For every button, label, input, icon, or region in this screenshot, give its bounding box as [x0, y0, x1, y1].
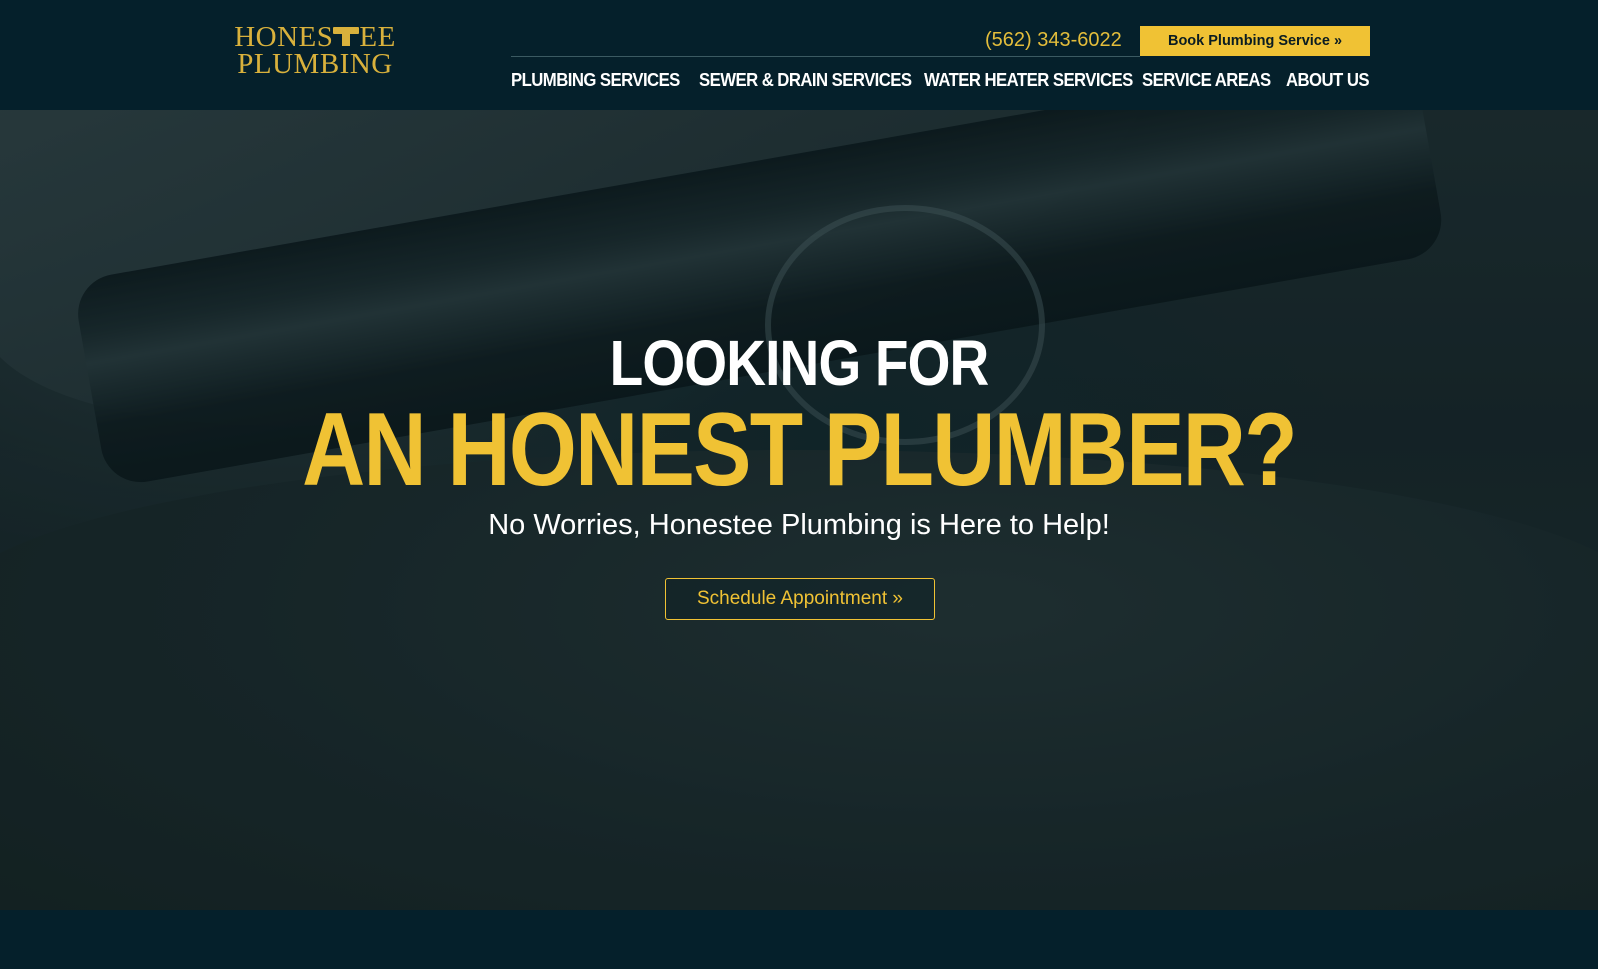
site-header: HONES EE PLUMBING (562) 343-6022 Book Plu… — [0, 0, 1598, 110]
logo-line-1: HONES EE — [229, 23, 401, 52]
nav-item-service-areas[interactable]: SERVICE AREAS — [1142, 66, 1276, 94]
main-nav: PLUMBING SERVICES SEWER & DRAIN SERVICES… — [511, 66, 1370, 94]
hero-heading-line-1: LOOKING FOR — [609, 327, 990, 399]
nav-item-sewer-drain-services[interactable]: SEWER & DRAIN SERVICES — [699, 66, 912, 94]
footer-band — [0, 910, 1598, 969]
hero-section: LOOKING FOR AN HONEST PLUMBER? No Worrie… — [0, 110, 1598, 910]
hero-subtitle: No Worries, Honestee Plumbing is Here to… — [488, 509, 1110, 541]
hero-heading-line-2: AN HONEST PLUMBER? — [302, 392, 1297, 508]
honestee-plumbing-logo[interactable]: HONES EE PLUMBING — [229, 23, 401, 82]
schedule-appointment-button[interactable]: Schedule Appointment » — [665, 578, 935, 620]
phone-link[interactable]: (562) 343-6022 — [985, 26, 1122, 54]
t-pipe-icon — [333, 25, 360, 47]
logo-line-2: PLUMBING — [237, 48, 393, 80]
header-divider — [511, 56, 1140, 57]
nav-item-plumbing-services[interactable]: PLUMBING SERVICES — [511, 66, 686, 94]
nav-item-water-heater-services[interactable]: WATER HEATER SERVICES — [924, 66, 1133, 94]
book-plumbing-service-button[interactable]: Book Plumbing Service » — [1140, 26, 1370, 56]
nav-item-about-us[interactable]: ABOUT US — [1286, 66, 1370, 94]
